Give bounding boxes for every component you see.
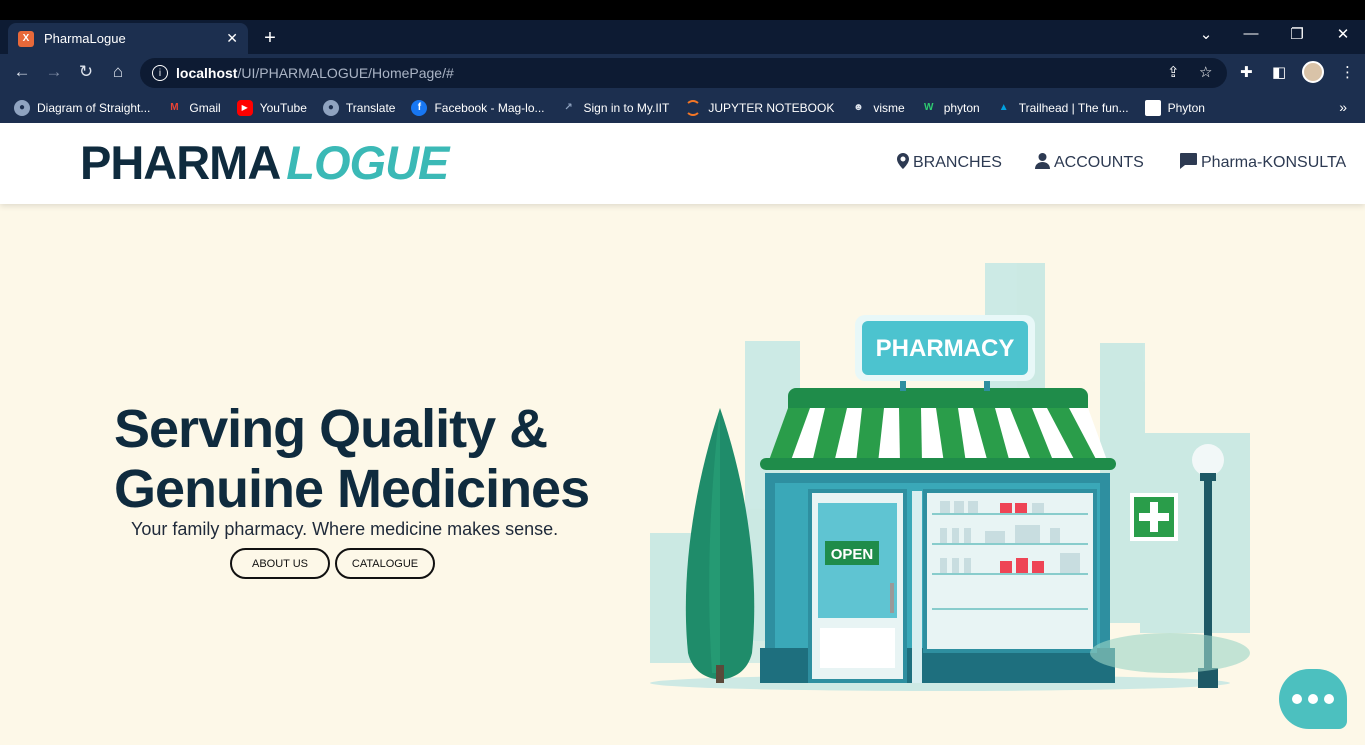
bookmark-item[interactable]: ▲ Trailhead | The fun... [996, 100, 1129, 116]
pharmacy-sign-text: PHARMACY [876, 335, 1015, 362]
tab-favicon-icon: X [18, 30, 34, 47]
awning [760, 388, 1116, 470]
site-logo[interactable]: PHARMA LOGUE [80, 135, 449, 191]
forward-icon[interactable]: → [42, 62, 66, 82]
pharmacy-sign: PHARMACY [855, 315, 1035, 391]
website-viewport: PHARMA LOGUE BRANCHES ACCOUNTS Pharma-KON… [0, 123, 1365, 745]
chat-dot [1308, 694, 1318, 704]
youtube-icon: ▶ [236, 99, 253, 116]
browser-tab[interactable]: X PharmaLogue ✕ [8, 23, 248, 54]
bookmark-item[interactable]: Wphyton [921, 100, 980, 116]
more-bookmarks-icon[interactable]: » [1339, 99, 1347, 115]
globe-icon: ● [14, 99, 30, 116]
new-tab-button[interactable]: + [258, 27, 282, 50]
close-window-icon[interactable]: ✕ [1328, 25, 1358, 43]
bookmark-item[interactable]: JUPYTER NOTEBOOK [685, 99, 834, 116]
wix-icon: W [923, 102, 934, 113]
reload-icon[interactable]: ↻ [74, 62, 98, 82]
bookmark-item[interactable]: ▶ YouTube [236, 99, 307, 116]
nav-branches[interactable]: BRANCHES [897, 153, 1002, 173]
restore-icon[interactable]: ❐ [1282, 25, 1312, 43]
tree [685, 408, 755, 683]
user-icon [1035, 153, 1050, 173]
catalogue-button[interactable]: CATALOGUE [335, 548, 435, 579]
bookmark-item[interactable]: ● Translate [322, 99, 395, 116]
address-bar[interactable]: i localhost/UI/PHARMALOGUE/HomePage/# ⇪ … [140, 58, 1227, 88]
bookmark-item[interactable]: f Facebook - Mag-lo... [411, 99, 545, 116]
tab-close-icon[interactable]: ✕ [226, 30, 238, 47]
nav-accounts[interactable]: ACCOUNTS [1035, 153, 1144, 173]
site-info-icon[interactable]: i [152, 65, 168, 81]
chat-widget-button[interactable] [1279, 669, 1347, 729]
arrow-icon: ↗ [564, 102, 573, 113]
storefront: OPEN [760, 473, 1115, 683]
menu-icon[interactable]: ⋮ [1340, 63, 1355, 81]
nav-pharma-konsulta[interactable]: Pharma-KONSULTA [1179, 153, 1346, 173]
url-text[interactable]: localhost/UI/PHARMALOGUE/HomePage/# [176, 65, 454, 81]
site-header: PHARMA LOGUE BRANCHES ACCOUNTS Pharma-KON… [0, 123, 1365, 204]
gmail-icon: M [170, 102, 179, 113]
hero-subtitle: Your family pharmacy. Where medicine mak… [131, 519, 559, 539]
open-sign: OPEN [831, 546, 874, 563]
profile-avatar[interactable] [1302, 61, 1324, 83]
visme-icon: ☻ [853, 102, 864, 113]
extensions-icon[interactable]: ✚ [1240, 63, 1253, 81]
tab-search-icon[interactable]: ⌄ [1191, 25, 1221, 43]
trailhead-icon: ▲ [998, 102, 1009, 113]
globe-icon: ● [322, 99, 339, 116]
facebook-icon: f [411, 99, 428, 116]
minimize-icon[interactable]: — [1236, 25, 1266, 42]
bookmark-item[interactable]: M Gmail [166, 100, 221, 116]
back-icon[interactable]: ← [10, 62, 34, 82]
chat-dot [1292, 694, 1302, 704]
pharmacy-illustration: OPEN PHARMACY [650, 263, 1250, 691]
cross-sign-icon [1130, 493, 1178, 541]
bookmark-item[interactable]: Phyton [1144, 99, 1205, 116]
side-panel-icon[interactable]: ◧ [1272, 63, 1286, 81]
bookmark-item[interactable]: ↗ Sign in to My.IIT [561, 100, 669, 116]
hero-heading: Serving Quality & Genuine Medicines [114, 399, 590, 519]
chat-bubble-icon [1179, 153, 1197, 173]
browser-toolbar: ← → ↻ ⌂ i localhost/UI/PHARMALOGUE/HomeP… [0, 54, 1365, 92]
bookmark-star-icon[interactable]: ☆ [1199, 63, 1212, 81]
map-marker-icon [897, 153, 909, 173]
chat-dot [1324, 694, 1334, 704]
screen-top-border [0, 0, 1365, 20]
page-icon [1144, 99, 1161, 116]
tab-strip: X PharmaLogue ✕ + ⌄ — ❐ ✕ [0, 20, 1365, 54]
bookmark-item[interactable]: ☻ visme [850, 100, 905, 116]
share-icon[interactable]: ⇪ [1167, 63, 1180, 81]
bookmarks-bar: ● Diagram of Straight... M Gmail ▶ YouTube … [0, 92, 1365, 123]
about-us-button[interactable]: ABOUT US [230, 548, 330, 579]
home-icon[interactable]: ⌂ [106, 62, 130, 82]
bookmark-item[interactable]: ● Diagram of Straight... [14, 99, 150, 116]
tab-title: PharmaLogue [44, 31, 126, 46]
jupyter-icon [685, 99, 702, 116]
